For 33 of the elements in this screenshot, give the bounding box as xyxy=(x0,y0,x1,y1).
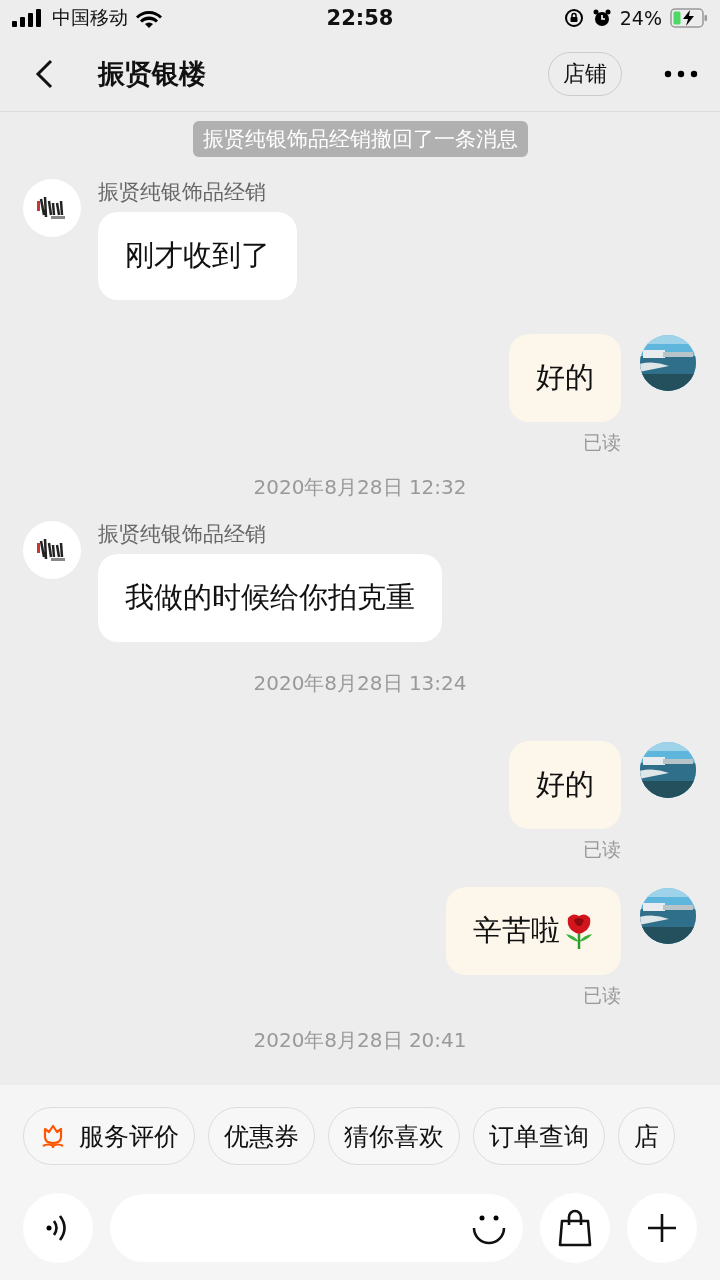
alarm-icon xyxy=(591,8,612,28)
signal-icon xyxy=(12,9,44,27)
message-text: 好的 xyxy=(536,359,594,396)
rose-icon xyxy=(564,912,594,950)
timestamp: 2020年8月28日 13:24 xyxy=(253,670,467,697)
timestamp: 2020年8月28日 20:41 xyxy=(253,1027,467,1054)
more-icon[interactable] xyxy=(664,69,698,78)
message-text: 好的 xyxy=(536,766,594,803)
chat-title: 振贤银楼 xyxy=(98,56,207,91)
back-icon[interactable] xyxy=(34,58,54,89)
recall-notice: 振贤纯银饰品经销撤回了一条消息 xyxy=(192,121,528,157)
message-bubble: 我做的时候给你拍克重 xyxy=(98,554,442,642)
carrier-name: 中国移动 xyxy=(52,5,128,30)
clock-time: 22:58 xyxy=(326,6,394,30)
quick-reply-chip[interactable]: 猜你喜欢 xyxy=(328,1107,460,1165)
battery-percent: 24% xyxy=(619,7,662,29)
plus-icon xyxy=(647,1213,677,1243)
read-status: 已读 xyxy=(583,983,621,1008)
sender-name: 振贤纯银饰品经销 xyxy=(98,521,266,548)
message-bubble: 刚才收到了 xyxy=(98,212,297,300)
sender-name: 振贤纯银饰品经销 xyxy=(98,179,266,206)
battery-charging-icon xyxy=(670,8,708,28)
quick-reply-chip[interactable]: 订单查询 xyxy=(473,1107,605,1165)
message-text: 辛苦啦 xyxy=(473,912,560,949)
timestamp: 2020年8月28日 12:32 xyxy=(253,474,467,501)
read-status: 已读 xyxy=(583,430,621,455)
quick-reply-chip[interactable]: 店 xyxy=(618,1107,675,1165)
quick-reply-chip[interactable]: 服务评价 xyxy=(23,1107,195,1165)
read-status: 已读 xyxy=(583,837,621,862)
wifi-icon xyxy=(136,8,162,28)
quick-reply-chip[interactable]: 优惠券 xyxy=(208,1107,315,1165)
rotation-lock-icon xyxy=(563,8,584,28)
bag-icon xyxy=(558,1209,592,1247)
